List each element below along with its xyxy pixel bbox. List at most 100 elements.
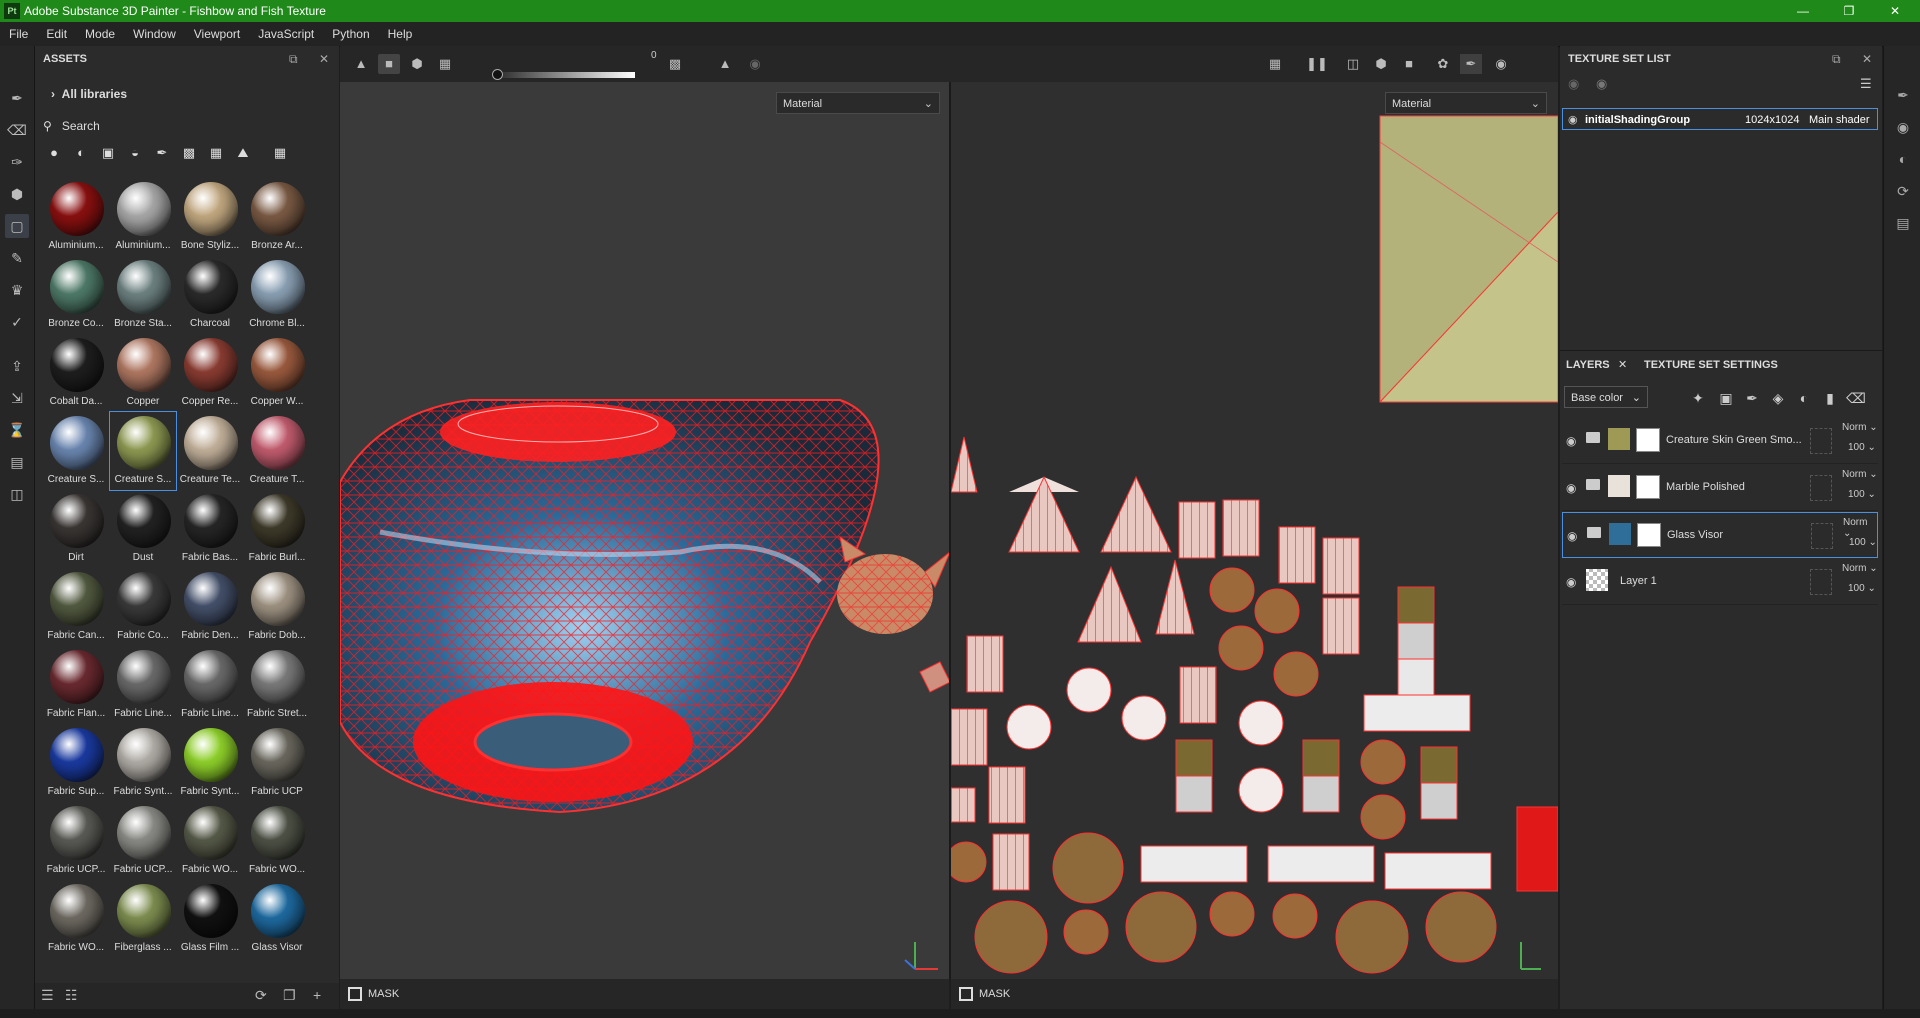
asset-tile[interactable]: Creature S... xyxy=(43,412,109,490)
channel-select[interactable]: Base color ⌄ xyxy=(1564,386,1648,408)
minimize-icon[interactable]: — xyxy=(1788,2,1818,20)
blend-mode[interactable]: Norm ⌄ xyxy=(1843,517,1877,539)
add-effect-icon[interactable]: ✦ xyxy=(1688,388,1708,408)
close-panel-icon[interactable]: ✕ xyxy=(1862,46,1872,72)
blend-mode[interactable]: Norm ⌄ xyxy=(1842,563,1878,574)
geometry-mask-icon[interactable]: ⬢ xyxy=(5,182,29,206)
eye-icon[interactable]: ◉ xyxy=(1568,109,1578,131)
cube-mode-icon[interactable]: ⬢ xyxy=(406,54,428,74)
layer-row[interactable]: ◉ Marble Polished Norm ⌄ 100 ⌄ xyxy=(1562,465,1878,511)
blend-mode[interactable]: Norm ⌄ xyxy=(1842,422,1878,433)
screenshot-icon[interactable]: ◉ xyxy=(1490,54,1512,74)
layer-row[interactable]: ◉ Glass Visor Norm ⌄ 100 ⌄ xyxy=(1562,512,1878,558)
viewport-3d[interactable]: Material ⌄ xyxy=(340,82,949,979)
asset-tile[interactable]: Fabric WO... xyxy=(177,802,243,880)
asset-tile[interactable]: Bronze Ar... xyxy=(244,178,310,256)
clone-icon[interactable]: ♛ xyxy=(5,278,29,302)
history-icon[interactable]: ⟳ xyxy=(1892,180,1914,202)
viewport-3d-channel-dropdown[interactable]: Material ⌄ xyxy=(776,92,940,114)
add-mask-icon[interactable]: ▣ xyxy=(1716,388,1736,408)
asset-tile[interactable]: Fabric Synt... xyxy=(110,724,176,802)
asset-tile[interactable]: Creature S... xyxy=(109,411,177,491)
close-icon[interactable]: ✕ xyxy=(1880,2,1910,20)
layer-name[interactable]: Creature Skin Green Smo... xyxy=(1666,434,1806,446)
camera-settings-icon[interactable]: ◉ xyxy=(1892,116,1914,138)
masks-filter-icon[interactable]: ▣ xyxy=(97,142,119,164)
asset-tile[interactable]: Copper W... xyxy=(244,334,310,412)
asset-tile[interactable]: Fabric Dob... xyxy=(244,568,310,646)
asset-tile[interactable]: Copper xyxy=(110,334,176,412)
brightness-slider[interactable] xyxy=(490,72,635,78)
close-panel-icon[interactable]: ✕ xyxy=(319,46,329,72)
asset-tile[interactable]: Bronze Sta... xyxy=(110,256,176,334)
asset-tile[interactable]: Charcoal xyxy=(177,256,243,334)
hide-all-icon[interactable]: ◉ xyxy=(1568,76,1579,92)
smart-material-icon[interactable]: ◐ xyxy=(1794,388,1814,408)
smudge-icon[interactable]: ✎ xyxy=(5,246,29,270)
asset-tile[interactable]: Chrome Bl... xyxy=(244,256,310,334)
eye-icon[interactable]: ◉ xyxy=(1566,434,1576,448)
layer-mask-thumbnail[interactable] xyxy=(1636,428,1660,452)
float-panel-icon[interactable]: ⧉ xyxy=(289,46,298,72)
asset-tile[interactable]: Dust xyxy=(110,490,176,568)
menu-python[interactable]: Python xyxy=(323,22,378,46)
menu-edit[interactable]: Edit xyxy=(37,22,76,46)
polygon-fill-icon[interactable]: ▢ xyxy=(5,214,29,238)
asset-tile[interactable]: Fabric Burl... xyxy=(244,490,310,568)
asset-tile[interactable]: Fabric Co... xyxy=(110,568,176,646)
paint-brush-icon[interactable]: ✒ xyxy=(5,86,29,110)
menu-window[interactable]: Window xyxy=(124,22,185,46)
asset-tile[interactable]: Fabric WO... xyxy=(244,802,310,880)
tab-layers[interactable]: LAYERS xyxy=(1566,351,1610,379)
menu-javascript[interactable]: JavaScript xyxy=(249,22,323,46)
asset-tile[interactable]: Fabric Can... xyxy=(43,568,109,646)
mask-checkbox[interactable] xyxy=(348,987,362,1002)
square-mode-icon[interactable]: ■ xyxy=(378,54,400,74)
smart-materials-filter-icon[interactable]: ◐ xyxy=(70,142,92,164)
split-icon[interactable]: ◫ xyxy=(1342,54,1364,74)
brush-active-icon[interactable]: ✒ xyxy=(1460,54,1482,74)
brushes-filter-icon[interactable]: ✒ xyxy=(151,142,173,164)
layer-row[interactable]: ◉ Creature Skin Green Smo... Norm ⌄ 100 ⌄ xyxy=(1562,418,1878,464)
asset-tile[interactable]: Fabric UCP xyxy=(244,724,310,802)
mask-checkbox[interactable] xyxy=(959,987,973,1002)
shelf-icon[interactable]: ◫ xyxy=(5,482,29,506)
asset-tile[interactable]: Fabric UCP... xyxy=(110,802,176,880)
menu-icon[interactable]: ☰ xyxy=(1860,76,1872,92)
close-tab-icon[interactable]: ✕ xyxy=(1618,351,1627,379)
asset-tile[interactable]: Glass Visor xyxy=(244,880,310,958)
delete-icon[interactable]: ⌫ xyxy=(1846,388,1866,408)
eye-icon[interactable]: ◉ xyxy=(1596,76,1607,92)
camera-icon[interactable]: ■ xyxy=(1398,54,1420,74)
opacity[interactable]: 100 ⌄ xyxy=(1849,537,1877,548)
search-input[interactable]: ⚲ Search xyxy=(43,116,331,136)
opacity[interactable]: 100 ⌄ xyxy=(1848,442,1876,453)
eraser-icon[interactable]: ⌫ xyxy=(5,118,29,142)
libraries-selector[interactable]: › All libraries xyxy=(35,84,355,104)
pause-icon[interactable]: ❚❚ xyxy=(1306,54,1328,74)
object-icon[interactable]: ⬢ xyxy=(1370,54,1392,74)
layer-thumbnail[interactable] xyxy=(1608,428,1630,450)
layer-mask-thumbnail[interactable] xyxy=(1636,475,1660,499)
blend-mode[interactable]: Norm ⌄ xyxy=(1842,469,1878,480)
float-panel-icon[interactable]: ⧉ xyxy=(1832,46,1841,72)
asset-tile[interactable]: Bone Styliz... xyxy=(177,178,243,256)
texture-set-row[interactable]: ◉ initialShadingGroup 1024x1024 Main sha… xyxy=(1562,108,1878,130)
asset-tile[interactable]: Fabric Line... xyxy=(110,646,176,724)
asset-tile[interactable]: Glass Film ... xyxy=(177,880,243,958)
asset-tile[interactable]: Copper Re... xyxy=(177,334,243,412)
asset-tile[interactable]: Fabric Den... xyxy=(177,568,243,646)
asset-tile[interactable]: Aluminium... xyxy=(43,178,109,256)
checker-icon[interactable]: ▦ xyxy=(434,54,456,74)
asset-tile[interactable]: Bronze Co... xyxy=(43,256,109,334)
projection-icon[interactable]: ✑ xyxy=(5,150,29,174)
asset-tile[interactable]: Fabric Sup... xyxy=(43,724,109,802)
menu-help[interactable]: Help xyxy=(379,22,422,46)
asset-tile[interactable]: Cobalt Da... xyxy=(43,334,109,412)
settings-icon[interactable]: ✿ xyxy=(1432,54,1454,74)
symmetry-icon[interactable]: ▲ xyxy=(714,54,736,74)
mirror-icon[interactable]: ◉ xyxy=(744,54,766,74)
menu-viewport[interactable]: Viewport xyxy=(185,22,249,46)
menu-mode[interactable]: Mode xyxy=(76,22,124,46)
eye-icon[interactable]: ◉ xyxy=(1566,575,1576,589)
